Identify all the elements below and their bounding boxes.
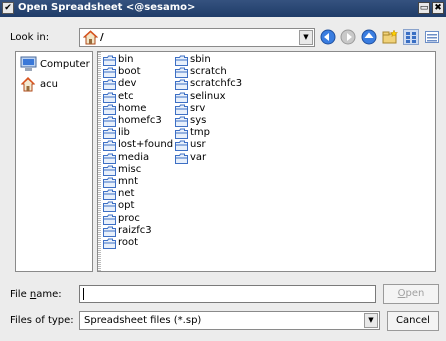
folder-icon bbox=[175, 116, 188, 127]
folder-icon bbox=[175, 67, 188, 79]
folder-label: bin bbox=[118, 54, 134, 65]
folder-label: raizfc3 bbox=[118, 224, 152, 236]
folder-label: opt bbox=[118, 200, 135, 212]
folder-label: selinux bbox=[190, 90, 226, 102]
folder-icon bbox=[175, 55, 188, 66]
file-name-input[interactable] bbox=[79, 285, 376, 303]
folder-label: mnt bbox=[118, 176, 138, 187]
folder-icon bbox=[103, 128, 116, 140]
new-folder-icon bbox=[382, 29, 398, 44]
title-bar[interactable]: ✔ Open Spreadsheet <@sesamo> ▭ ✖ bbox=[0, 0, 446, 17]
folder-icon bbox=[103, 140, 116, 152]
chevron-down-icon[interactable]: ▼ bbox=[299, 30, 313, 45]
look-in-combo[interactable]: / ▼ bbox=[79, 28, 315, 47]
folder-icon bbox=[103, 116, 116, 127]
look-in-label: Look in: bbox=[10, 32, 50, 43]
sidebar-item-label: Computer bbox=[40, 59, 90, 70]
folder-icon bbox=[103, 201, 116, 213]
folder-icon bbox=[175, 128, 188, 140]
folder-icon bbox=[175, 104, 188, 115]
folder-icon bbox=[103, 226, 116, 237]
folder-label: home bbox=[118, 102, 147, 114]
cancel-button[interactable]: Cancel bbox=[387, 311, 439, 331]
home-folder-icon bbox=[82, 30, 99, 48]
detail-view-icon bbox=[425, 31, 439, 43]
home-icon bbox=[20, 77, 36, 92]
list-view-button[interactable] bbox=[403, 29, 419, 45]
folder-icon bbox=[103, 67, 116, 79]
file-list[interactable]: bin boot dev etc home homefc3 lib lost+found med… bbox=[97, 51, 436, 272]
folder-label: dev bbox=[118, 78, 137, 90]
folder-icon bbox=[103, 189, 116, 201]
file-type-value: Spreadsheet files (*.sp) bbox=[84, 315, 202, 326]
folder-icon bbox=[103, 238, 116, 249]
up-arrow-icon bbox=[361, 29, 377, 45]
folder-label: etc bbox=[118, 90, 134, 102]
new-folder-button[interactable] bbox=[382, 29, 398, 45]
window-menu-button[interactable]: ✔ bbox=[2, 2, 14, 14]
maximize-button[interactable]: ▭ bbox=[418, 2, 430, 14]
folder-icon bbox=[103, 214, 116, 225]
folder-icon bbox=[103, 153, 116, 164]
folder-label: misc bbox=[118, 163, 142, 175]
folder-label: boot bbox=[118, 66, 141, 78]
back-button[interactable] bbox=[320, 29, 336, 45]
close-button[interactable]: ✖ bbox=[432, 2, 444, 14]
forward-arrow-icon bbox=[340, 29, 356, 45]
folder-label: sbin bbox=[190, 54, 211, 65]
folder-label: sys bbox=[190, 115, 207, 126]
sidebar-item-label: acu bbox=[40, 79, 58, 90]
folder-icon bbox=[103, 79, 116, 91]
files-of-type-label: Files of type: bbox=[10, 315, 74, 326]
chevron-down-icon[interactable]: ▼ bbox=[364, 313, 378, 328]
folder-label: srv bbox=[190, 102, 206, 114]
folder-icon bbox=[103, 55, 116, 66]
forward-button[interactable] bbox=[340, 29, 356, 45]
folder-label: lost+found bbox=[118, 139, 174, 151]
detail-view-button[interactable] bbox=[424, 29, 440, 45]
folder-label: lib bbox=[118, 127, 130, 139]
folder-icon bbox=[103, 104, 116, 115]
folder-icon bbox=[103, 165, 116, 176]
folder-label: scratchfc3 bbox=[190, 78, 243, 90]
list-view-icon bbox=[406, 32, 416, 43]
folder-label: root bbox=[118, 237, 139, 248]
folder-label: usr bbox=[190, 139, 206, 151]
up-directory-button[interactable] bbox=[361, 29, 377, 45]
open-spreadsheet-dialog: ✔ Open Spreadsheet <@sesamo> ▭ ✖ Look in… bbox=[0, 0, 446, 341]
folder-icon bbox=[175, 79, 188, 91]
folder-icon bbox=[175, 153, 188, 164]
folder-label: tmp bbox=[190, 127, 211, 139]
file-type-combo[interactable]: Spreadsheet files (*.sp) ▼ bbox=[79, 311, 380, 330]
folder-label: proc bbox=[118, 212, 140, 224]
current-path: / bbox=[100, 32, 104, 43]
back-arrow-icon bbox=[320, 29, 336, 45]
places-sidebar: Computer acu bbox=[15, 51, 93, 272]
folder-label: media bbox=[118, 151, 150, 163]
file-name-label: File name: bbox=[10, 289, 62, 300]
text-caret bbox=[83, 288, 84, 300]
folder-label: net bbox=[118, 188, 135, 200]
list-splitter bbox=[98, 52, 101, 271]
folder-label: var bbox=[190, 151, 207, 163]
window-title: Open Spreadsheet <@sesamo> bbox=[18, 2, 196, 13]
folder-icon bbox=[175, 140, 188, 152]
folder-icon bbox=[103, 177, 116, 188]
folder-icon bbox=[175, 92, 188, 103]
folder-icon bbox=[103, 92, 116, 103]
open-button[interactable]: Open bbox=[383, 284, 439, 304]
computer-icon bbox=[20, 56, 37, 71]
folder-label: homefc3 bbox=[118, 115, 162, 126]
folder-label: scratch bbox=[190, 66, 227, 78]
